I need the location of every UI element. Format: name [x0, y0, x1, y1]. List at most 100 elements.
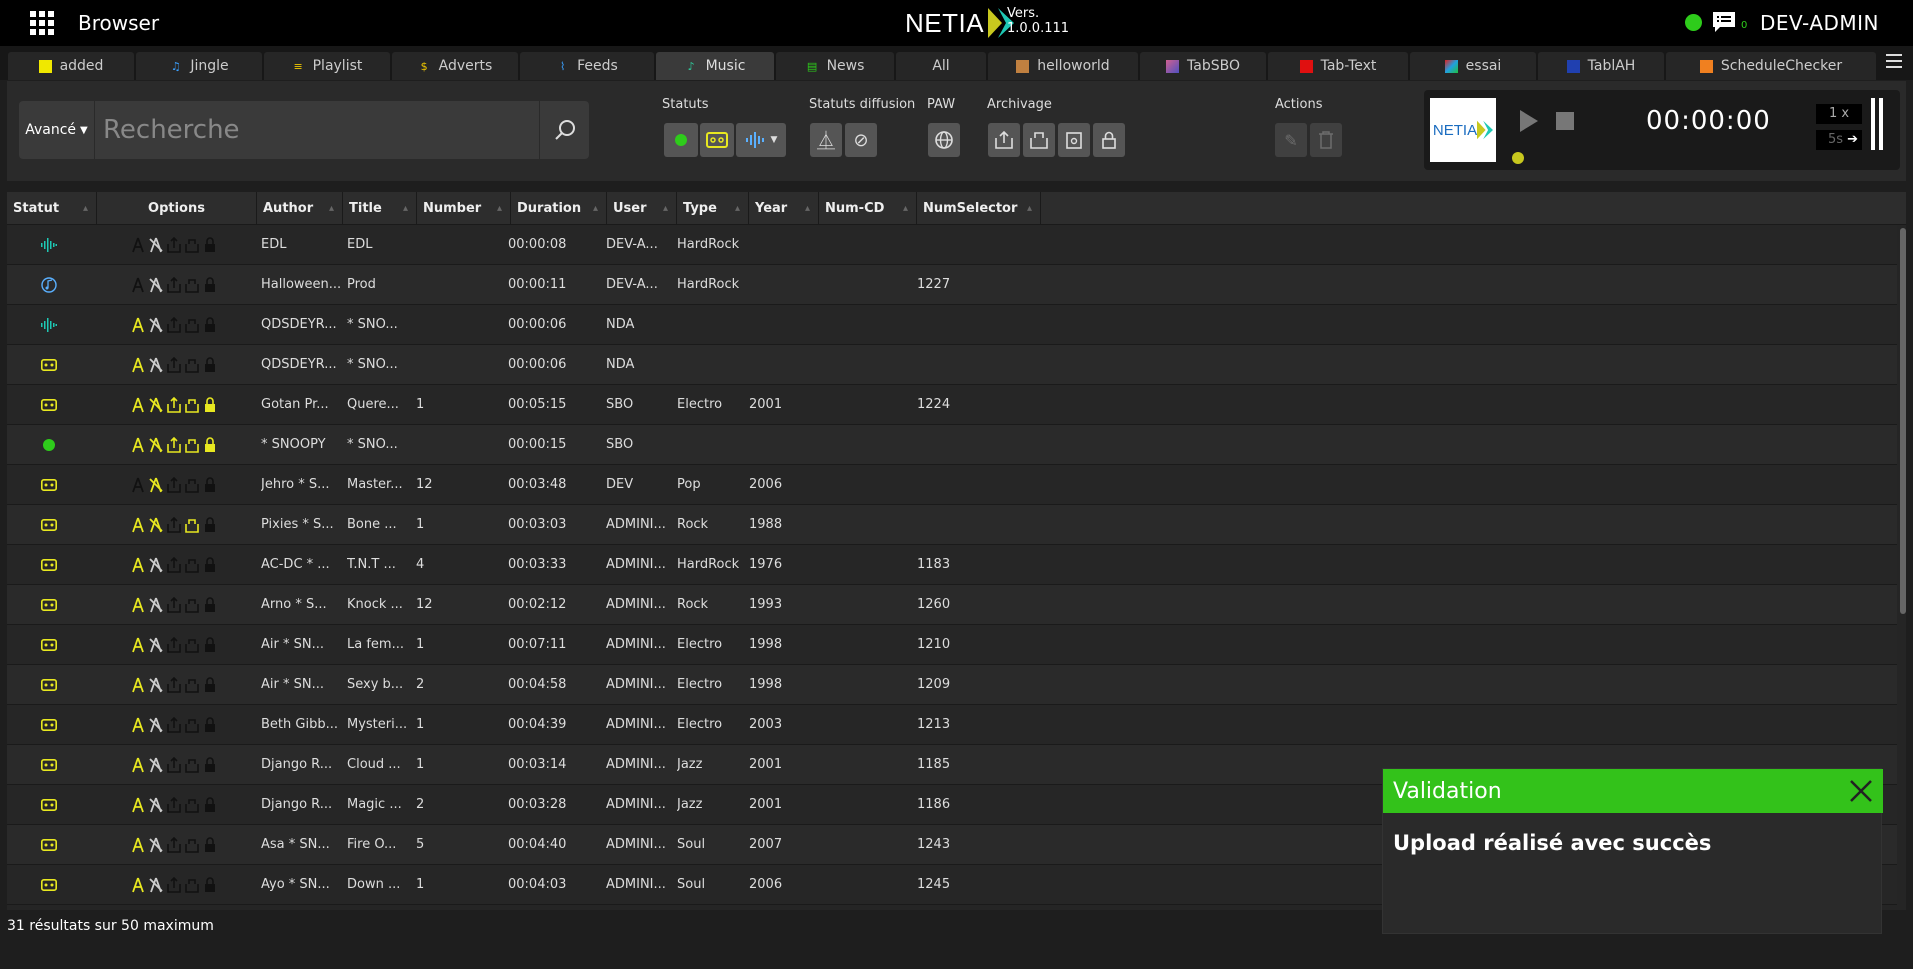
tab-essai[interactable]: essai	[1410, 52, 1536, 80]
antenna-off-icon[interactable]	[148, 637, 164, 653]
tray-icon[interactable]	[184, 637, 200, 653]
lock-icon[interactable]	[202, 357, 218, 373]
apps-grid-icon[interactable]	[30, 11, 54, 35]
antenna-off-icon[interactable]	[148, 557, 164, 573]
antenna-icon[interactable]	[130, 877, 146, 893]
lock-icon[interactable]	[202, 437, 218, 453]
col-user[interactable]: User	[607, 192, 677, 225]
antenna-icon[interactable]	[130, 357, 146, 373]
archive-tray-button[interactable]	[1023, 123, 1055, 157]
upload-icon[interactable]	[166, 396, 182, 413]
antenna-off-icon[interactable]	[148, 477, 164, 493]
tab-helloworld[interactable]: helloworld	[988, 52, 1138, 80]
lock-icon[interactable]	[202, 757, 218, 773]
antenna-off-icon[interactable]	[148, 757, 164, 773]
tab-feeds[interactable]: ⌇ Feeds	[520, 52, 654, 80]
status-filter-waveform[interactable]: ▼	[736, 123, 786, 157]
lock-icon[interactable]	[202, 797, 218, 813]
lock-icon[interactable]	[202, 557, 218, 573]
antenna-off-icon[interactable]	[148, 877, 164, 893]
lock-icon[interactable]	[202, 397, 218, 413]
tab-tab-text[interactable]: Tab-Text	[1268, 52, 1408, 80]
col-numselector[interactable]: NumSelector	[917, 192, 1041, 225]
lock-icon[interactable]	[202, 477, 218, 493]
tab-jingle[interactable]: ♫ Jingle	[136, 52, 262, 80]
tray-icon[interactable]	[184, 597, 200, 613]
col-type[interactable]: Type	[677, 192, 749, 225]
tray-icon[interactable]	[184, 837, 200, 853]
antenna-icon[interactable]	[130, 557, 146, 573]
tray-icon[interactable]	[184, 517, 200, 533]
antenna-off-icon[interactable]	[148, 677, 164, 693]
antenna-off-icon[interactable]	[148, 717, 164, 733]
antenna-off-icon[interactable]	[148, 797, 164, 813]
tray-icon[interactable]	[184, 757, 200, 773]
table-row[interactable]: Beth Gibb... Mysteri... 1 00:04:39 ADMINI...…	[7, 705, 1897, 745]
tab-tabsbo[interactable]: TabSBO	[1140, 52, 1266, 80]
col-number[interactable]: Number	[417, 192, 511, 225]
status-filter-tape[interactable]	[700, 123, 734, 157]
antenna-icon[interactable]	[130, 837, 146, 853]
search-input[interactable]	[103, 101, 543, 159]
lock-icon[interactable]	[202, 677, 218, 693]
table-row[interactable]: AC-DC * ... T.N.T ... 4 00:03:33 ADMINI... Ha…	[7, 545, 1897, 585]
antenna-icon[interactable]	[130, 277, 146, 293]
upload-icon[interactable]	[166, 756, 182, 773]
antenna-off-icon[interactable]	[148, 837, 164, 853]
upload-icon[interactable]	[166, 636, 182, 653]
upload-icon[interactable]	[166, 516, 182, 533]
col-statut[interactable]: Statut	[7, 192, 97, 225]
diffusion-broadcast-button[interactable]: ⏅	[810, 123, 842, 157]
upload-icon[interactable]	[166, 876, 182, 893]
archive-lock-button[interactable]	[1093, 123, 1125, 157]
col-num-cd[interactable]: Num-CD	[819, 192, 917, 225]
lock-icon[interactable]	[202, 837, 218, 853]
tray-icon[interactable]	[184, 677, 200, 693]
table-row[interactable]: QDSDEYR... * SNO... 00:00:06 NDA	[7, 345, 1897, 385]
upload-icon[interactable]	[166, 476, 182, 493]
table-row[interactable]: QDSDEYR... * SNO... 00:00:06 NDA	[7, 305, 1897, 345]
lock-icon[interactable]	[202, 237, 218, 253]
upload-icon[interactable]	[166, 676, 182, 693]
antenna-icon[interactable]	[130, 397, 146, 413]
tray-icon[interactable]	[184, 317, 200, 333]
tab-playlist[interactable]: ≡ Playlist	[264, 52, 390, 80]
antenna-off-icon[interactable]	[148, 397, 164, 413]
antenna-icon[interactable]	[130, 477, 146, 493]
table-row[interactable]: Air * SN... La fem... 1 00:07:11 ADMINI... El…	[7, 625, 1897, 665]
tray-icon[interactable]	[184, 477, 200, 493]
lock-icon[interactable]	[202, 597, 218, 613]
antenna-icon[interactable]	[130, 237, 146, 253]
antenna-off-icon[interactable]	[148, 437, 164, 453]
table-scrollbar[interactable]	[1900, 228, 1906, 614]
upload-icon[interactable]	[166, 356, 182, 373]
upload-icon[interactable]	[166, 236, 182, 253]
lock-icon[interactable]	[202, 637, 218, 653]
antenna-off-icon[interactable]	[148, 357, 164, 373]
archive-upload-button[interactable]	[988, 123, 1020, 157]
speed-selector[interactable]: 1 x	[1816, 104, 1862, 124]
stop-button[interactable]	[1556, 112, 1574, 130]
antenna-icon[interactable]	[130, 797, 146, 813]
progress-slider[interactable]	[1512, 152, 1524, 164]
tray-icon[interactable]	[184, 877, 200, 893]
antenna-off-icon[interactable]	[148, 317, 164, 333]
table-row[interactable]: Halloween... Prod 00:00:11 DEV-A... HardRock…	[7, 265, 1897, 305]
tab-schedulechecker[interactable]: ScheduleChecker	[1666, 52, 1876, 80]
tray-icon[interactable]	[184, 357, 200, 373]
antenna-off-icon[interactable]	[148, 517, 164, 533]
antenna-icon[interactable]	[130, 317, 146, 333]
upload-icon[interactable]	[166, 596, 182, 613]
tab-tablah[interactable]: TablAH	[1538, 52, 1664, 80]
archive-box-button[interactable]	[1058, 123, 1090, 157]
edit-button[interactable]: ✎	[1275, 123, 1307, 157]
upload-icon[interactable]	[166, 796, 182, 813]
table-row[interactable]: Air * SN... Sexy b... 2 00:04:58 ADMINI... El…	[7, 665, 1897, 705]
table-row[interactable]: * SNOOPY * SNO... 00:00:15 SBO	[7, 425, 1897, 465]
delete-button[interactable]	[1310, 123, 1342, 157]
tray-icon[interactable]	[184, 397, 200, 413]
upload-icon[interactable]	[166, 316, 182, 333]
col-duration[interactable]: Duration	[511, 192, 607, 225]
antenna-icon[interactable]	[130, 677, 146, 693]
tab-all[interactable]: All	[896, 52, 986, 80]
